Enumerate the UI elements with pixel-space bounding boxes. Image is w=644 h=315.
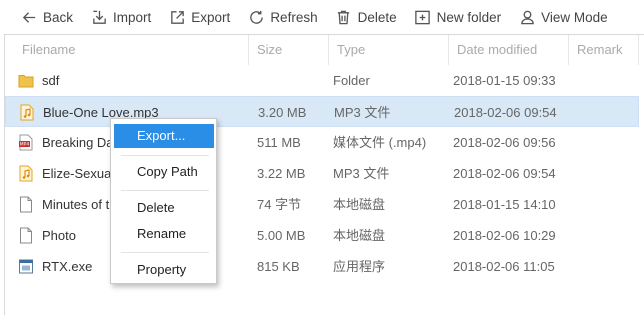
file-date: 2018-02-06 10:29 — [453, 228, 556, 243]
application-icon — [18, 258, 34, 275]
import-icon — [90, 8, 108, 26]
menu-separator — [121, 155, 209, 156]
delete-label: Delete — [357, 9, 397, 25]
menu-item-property[interactable]: Property — [114, 258, 214, 282]
file-type: MP3 文件 — [333, 166, 390, 181]
back-label: Back — [43, 9, 74, 25]
back-button[interactable]: Back — [20, 4, 73, 30]
menu-separator — [121, 190, 209, 191]
column-size[interactable]: Size — [249, 35, 329, 65]
column-date-modified[interactable]: Date modified — [449, 35, 569, 65]
table-row[interactable]: Elize-Sexual 3.22 MB MP3 文件 2018-02-06 09:5… — [5, 158, 639, 189]
file-type: 本地磁盘 — [333, 228, 386, 243]
menu-separator — [121, 252, 209, 253]
view-mode-icon — [518, 8, 536, 26]
menu-item-rename[interactable]: Rename — [114, 222, 214, 246]
file-size — [257, 65, 327, 96]
view-mode-button[interactable]: View Mode — [518, 4, 608, 30]
new-folder-label: New folder — [436, 9, 502, 25]
refresh-button[interactable]: Refresh — [247, 4, 318, 30]
table-row[interactable]: sdf Folder 2018-01-15 09:33 — [5, 65, 639, 96]
refresh-label: Refresh — [270, 9, 318, 25]
file-type: 媒体文件 (.mp4) — [333, 135, 427, 150]
file-type: 本地磁盘 — [333, 197, 386, 212]
import-label: Import — [113, 9, 152, 25]
file-list: Filename Size Type Date modified Remark … — [4, 34, 644, 315]
file-type: 应用程序 — [333, 259, 386, 274]
music-file-icon — [18, 165, 34, 182]
export-icon — [168, 8, 186, 26]
context-menu: Export... Copy Path Delete Rename Proper… — [110, 118, 217, 284]
add-folder-icon — [414, 8, 432, 26]
table-row[interactable]: MP4 Breaking Da 511 MB 媒体文件 (.mp4) 2018-02-0… — [5, 127, 639, 158]
import-button[interactable]: Import — [90, 4, 151, 30]
refresh-icon — [247, 8, 265, 26]
music-file-icon — [19, 104, 35, 121]
file-size: 815 KB — [257, 259, 300, 274]
svg-text:MP4: MP4 — [20, 142, 30, 148]
file-size: 3.20 MB — [258, 105, 307, 120]
export-label: Export — [191, 9, 231, 25]
file-date: 2018-02-06 09:54 — [453, 166, 556, 181]
column-remark[interactable]: Remark — [569, 35, 639, 65]
file-date: 2018-02-06 11:05 — [453, 259, 555, 274]
delete-button[interactable]: Delete — [335, 4, 397, 30]
table-row[interactable]: RTX.exe 815 KB 应用程序 2018-02-06 11:05 — [5, 251, 639, 282]
file-size: 5.00 MB — [257, 228, 306, 243]
folder-icon — [18, 72, 34, 89]
new-folder-button[interactable]: New folder — [414, 4, 502, 30]
file-size: 74 字节 — [257, 197, 302, 212]
column-type[interactable]: Type — [329, 35, 449, 65]
table-row[interactable]: Photo 5.00 MB 本地磁盘 2018-02-06 10:29 — [5, 220, 639, 251]
file-date: 2018-02-06 09:54 — [454, 105, 557, 120]
document-icon — [18, 196, 34, 213]
column-header: Filename Size Type Date modified Remark — [5, 35, 644, 65]
menu-item-export[interactable]: Export... — [114, 124, 214, 148]
menu-item-copy-path[interactable]: Copy Path — [114, 160, 214, 184]
video-file-icon: MP4 — [18, 134, 34, 151]
file-size: 511 MB — [257, 135, 301, 150]
arrow-left-icon — [20, 8, 38, 26]
file-size: 3.22 MB — [257, 166, 306, 181]
export-button[interactable]: Export — [168, 4, 230, 30]
trash-icon — [335, 8, 353, 26]
file-name: sdf — [42, 73, 60, 88]
file-date: 2018-01-15 14:10 — [453, 197, 556, 212]
table-row[interactable]: Minutes of t 74 字节 本地磁盘 2018-01-15 14:10 — [5, 189, 639, 220]
column-filename[interactable]: Filename — [5, 35, 249, 65]
file-date: 2018-01-15 09:33 — [453, 73, 556, 88]
menu-item-delete[interactable]: Delete — [114, 196, 214, 220]
file-type: MP3 文件 — [334, 105, 391, 120]
document-icon — [18, 227, 34, 244]
file-type: Folder — [333, 73, 370, 88]
view-mode-label: View Mode — [541, 9, 608, 25]
toolbar: Back Import Export Refresh Delete New fo… — [0, 0, 644, 34]
table-row[interactable]: Blue-One Love.mp3 3.20 MB MP3 文件 2018-02-06… — [5, 96, 639, 127]
file-date: 2018-02-06 09:56 — [453, 135, 556, 150]
